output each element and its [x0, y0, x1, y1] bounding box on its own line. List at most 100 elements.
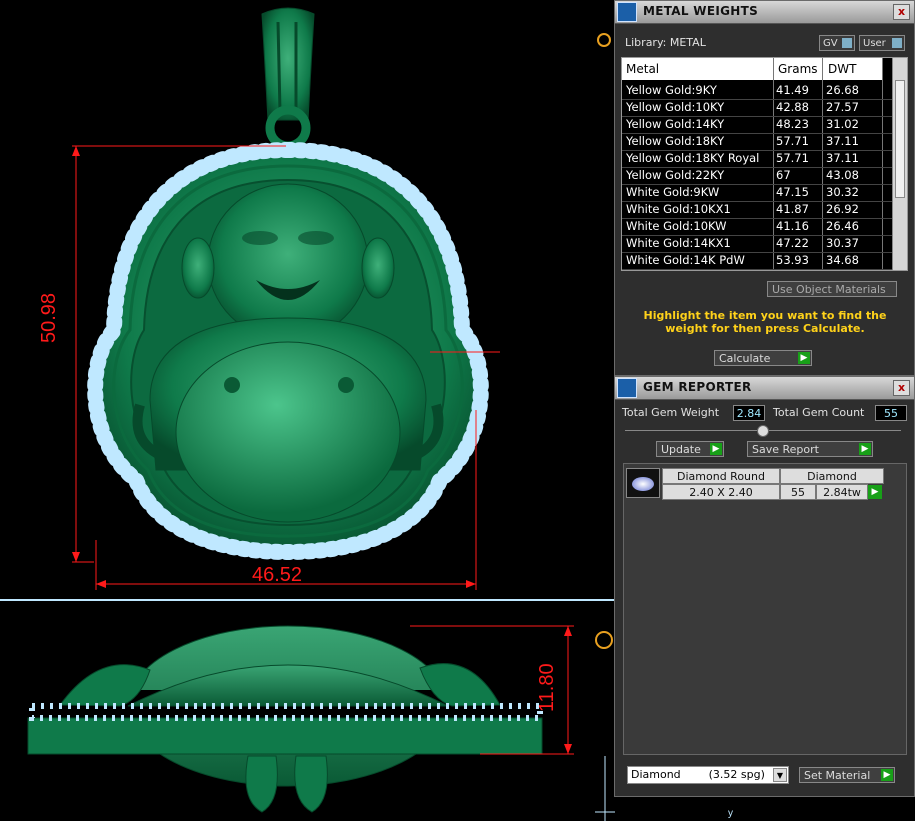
gem-material-cell[interactable]: Diamond	[780, 468, 884, 484]
table-row[interactable]: White Gold:14KX1 47.22 30.37	[622, 235, 892, 253]
cell-grams: 47.22	[776, 236, 809, 250]
table-row[interactable]: White Gold:14K PdW 53.93 34.68	[622, 252, 892, 270]
column-header-metal[interactable]: Metal	[626, 62, 659, 76]
update-button[interactable]: Update ▶	[656, 441, 724, 457]
axis-y-label: y	[728, 808, 733, 819]
gem-shape-cell[interactable]: Diamond Round	[662, 468, 780, 484]
cell-dwt: 30.37	[826, 236, 859, 250]
table-row[interactable]: Yellow Gold:9KY 41.49 26.68	[622, 82, 892, 100]
scrollbar-thumb[interactable]	[895, 80, 905, 198]
cell-metal: White Gold:9KW	[626, 185, 720, 199]
cell-dwt: 26.46	[826, 219, 859, 233]
cell-metal: White Gold:14KX1	[626, 236, 731, 250]
highlight-instructions: Highlight the item you want to find the …	[643, 309, 887, 335]
cell-metal: Yellow Gold:10KY	[626, 100, 725, 114]
metal-weights-titlebar[interactable]: METAL WEIGHTS x	[615, 1, 914, 24]
cell-metal: White Gold:14K PdW	[626, 253, 745, 267]
total-gem-weight-value: 2.84	[733, 405, 765, 421]
table-row[interactable]: White Gold:9KW 47.15 30.32	[622, 184, 892, 202]
metal-weights-panel: METAL WEIGHTS x Library: METAL GV User M…	[614, 0, 915, 376]
use-object-materials-label: Use Object Materials	[772, 283, 886, 296]
cell-dwt: 31.02	[826, 117, 859, 131]
calculate-label: Calculate	[719, 352, 771, 365]
cell-metal: Yellow Gold:22KY	[626, 168, 725, 182]
cell-metal: Yellow Gold:14KY	[626, 117, 725, 131]
cell-metal: White Gold:10KW	[626, 219, 727, 233]
user-label: User	[863, 38, 886, 49]
cell-dwt: 34.68	[826, 253, 859, 267]
cell-grams: 41.16	[776, 219, 809, 233]
cell-grams: 41.49	[776, 83, 809, 97]
play-icon: ▶	[710, 443, 722, 455]
cell-grams: 41.87	[776, 202, 809, 216]
cell-dwt: 43.08	[826, 168, 859, 182]
set-material-button[interactable]: Set Material ▶	[799, 767, 895, 783]
cell-metal: Yellow Gold:9KY	[626, 83, 717, 97]
metal-weights-title: METAL WEIGHTS	[643, 4, 759, 18]
gem-count-cell[interactable]: 55	[780, 484, 816, 500]
table-row[interactable]: White Gold:10KW 41.16 26.46	[622, 218, 892, 236]
cell-dwt: 37.11	[826, 151, 859, 165]
cell-grams: 47.15	[776, 185, 809, 199]
gv-label: GV	[823, 38, 838, 49]
user-toggle[interactable]: User	[859, 35, 905, 51]
cell-dwt: 27.57	[826, 100, 859, 114]
table-row[interactable]: Yellow Gold:18KY Royal 57.71 37.11	[622, 150, 892, 168]
cell-dwt: 26.92	[826, 202, 859, 216]
scale-icon	[617, 2, 637, 22]
toggle-icon	[892, 38, 902, 48]
toggle-icon	[842, 38, 852, 48]
chevron-down-icon: ▼	[773, 768, 787, 782]
gv-toggle[interactable]: GV	[819, 35, 855, 51]
total-gem-count-label: Total Gem Count	[773, 406, 865, 419]
close-icon[interactable]: x	[893, 4, 910, 20]
set-material-label: Set Material	[804, 769, 871, 782]
gem-reporter-titlebar[interactable]: GEM REPORTER x	[615, 377, 914, 400]
cell-grams: 57.71	[776, 151, 809, 165]
gem-size-cell[interactable]: 2.40 X 2.40	[662, 484, 780, 500]
table-scrollbar[interactable]	[892, 58, 907, 270]
gem-list: Diamond Round Diamond 2.40 X 2.40 55 2.8…	[623, 463, 907, 755]
play-icon: ▶	[881, 769, 893, 781]
total-gem-count-value: 55	[875, 405, 907, 421]
cell-grams: 42.88	[776, 100, 809, 114]
cell-dwt: 37.11	[826, 134, 859, 148]
side-height-dimension: 11.80	[536, 663, 558, 712]
save-report-button[interactable]: Save Report ▶	[747, 441, 873, 457]
cell-grams: 48.23	[776, 117, 809, 131]
splitter-knob-icon[interactable]	[757, 425, 769, 437]
library-label: Library: METAL	[625, 36, 706, 49]
metal-table-header: Metal Grams DWT	[622, 58, 882, 80]
table-row[interactable]: Yellow Gold:18KY 57.71 37.11	[622, 133, 892, 151]
cell-grams: 57.71	[776, 134, 809, 148]
gem-report-icon	[617, 378, 637, 398]
table-row[interactable]: Yellow Gold:14KY 48.23 31.02	[622, 116, 892, 134]
play-icon[interactable]: ▶	[868, 485, 882, 499]
column-header-grams[interactable]: Grams	[778, 62, 818, 76]
front-width-dimension: 46.52	[252, 564, 303, 586]
material-select[interactable]: Diamond (3.52 spg) ▼	[627, 766, 789, 784]
table-row[interactable]: White Gold:10KX1 41.87 26.92	[622, 201, 892, 219]
cell-dwt: 30.32	[826, 185, 859, 199]
column-header-dwt[interactable]: DWT	[828, 62, 856, 76]
table-row[interactable]: Yellow Gold:10KY 42.88 27.57	[622, 99, 892, 117]
play-icon: ▶	[798, 352, 810, 364]
gem-reporter-panel: GEM REPORTER x Total Gem Weight 2.84 Tot…	[614, 376, 915, 797]
update-label: Update	[661, 443, 701, 456]
metal-table: Metal Grams DWT Yellow Gold:9KY 41.49 26.6…	[621, 57, 908, 271]
gem-weight-cell[interactable]: 2.84tw	[816, 484, 868, 500]
material-select-value: Diamond (3.52 spg)	[631, 768, 765, 781]
cell-metal: Yellow Gold:18KY	[626, 134, 725, 148]
calculate-button[interactable]: Calculate ▶	[714, 350, 812, 366]
cell-grams: 67	[776, 168, 791, 182]
cell-dwt: 26.68	[826, 83, 859, 97]
table-row[interactable]: Yellow Gold:22KY 67 43.08	[622, 167, 892, 185]
cell-grams: 53.93	[776, 253, 809, 267]
close-icon[interactable]: x	[893, 380, 910, 396]
cell-metal: Yellow Gold:18KY Royal	[626, 151, 760, 165]
pendant-render	[0, 7, 615, 821]
total-gem-weight-label: Total Gem Weight	[622, 406, 720, 419]
gem-reporter-title: GEM REPORTER	[643, 380, 752, 394]
use-object-materials-toggle[interactable]: Use Object Materials	[767, 281, 897, 297]
front-height-dimension: 50.98	[38, 292, 60, 343]
